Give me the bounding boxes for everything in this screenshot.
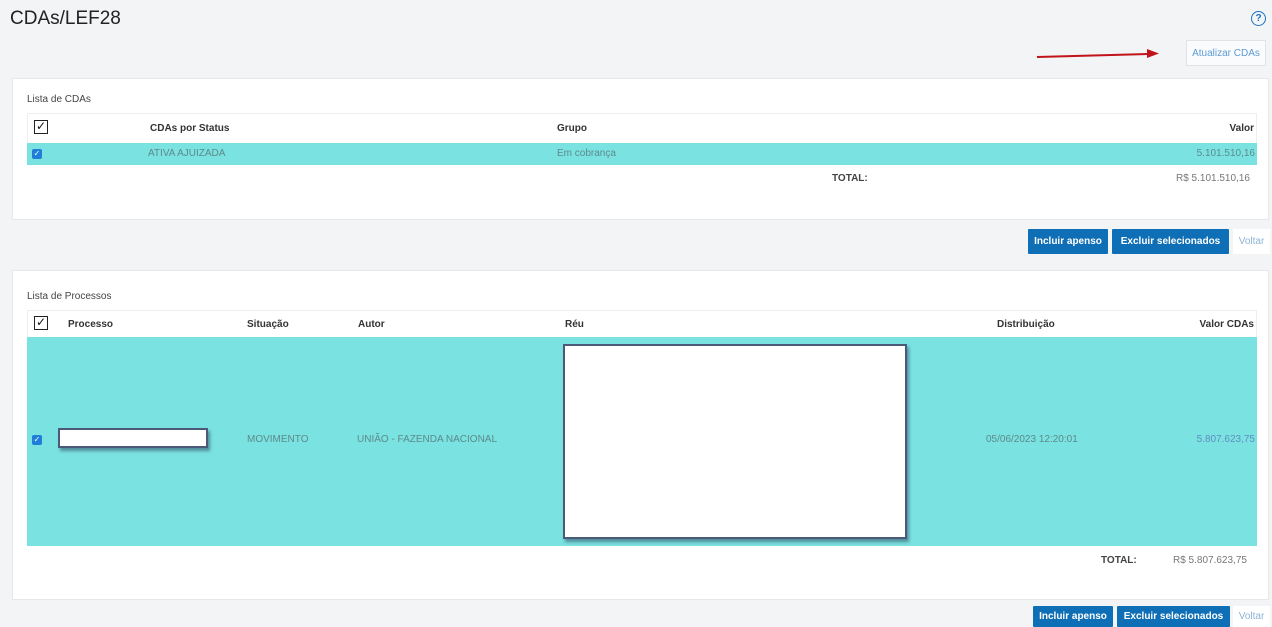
redacted-processo-box (58, 428, 208, 448)
delete-selected-button[interactable]: Excluir selecionados (1117, 606, 1230, 627)
table-row[interactable]: ✓ ATIVA AJUIZADA Em cobrança 5.101.510,1… (27, 143, 1257, 165)
column-header-valor[interactable]: Valor (1230, 123, 1254, 134)
column-header-grupo[interactable]: Grupo (557, 123, 587, 134)
cdas-panel-label: Lista de CDAs (27, 94, 91, 105)
cdas-table-header: ✓ CDAs por Status Grupo Valor (27, 113, 1257, 143)
cell-valor: 5.101.510,16 (1196, 148, 1255, 159)
redacted-reu-box (563, 344, 907, 539)
processos-total-label: TOTAL: (1101, 555, 1137, 566)
column-header-reu[interactable]: Réu (565, 319, 584, 330)
annotation-arrow-icon (1036, 49, 1159, 58)
processos-panel-label: Lista de Processos (27, 291, 112, 302)
column-header-situacao[interactable]: Situação (247, 319, 289, 330)
column-header-processo[interactable]: Processo (68, 319, 113, 330)
help-icon[interactable]: ? (1251, 11, 1266, 26)
row-checkbox[interactable]: ✓ (32, 149, 42, 159)
processos-table-header: ✓ Processo Situação Autor Réu Distribuiç… (27, 310, 1257, 337)
cdas-total-label: TOTAL: (832, 173, 868, 184)
select-all-processos-checkbox[interactable]: ✓ (34, 316, 48, 330)
cell-situacao: MOVIMENTO (247, 434, 309, 445)
cell-valor-cdas: 5.807.623,75 (1196, 434, 1255, 445)
include-apenso-button[interactable]: Incluir apenso (1033, 606, 1113, 627)
back-button[interactable]: Voltar (1233, 606, 1270, 627)
cell-status: ATIVA AJUIZADA (148, 148, 226, 159)
cell-autor: UNIÃO - FAZENDA NACIONAL (357, 434, 498, 445)
processos-total-value: R$ 5.807.623,75 (1173, 555, 1247, 566)
refresh-cdas-button[interactable]: Atualizar CDAs (1186, 40, 1266, 66)
cdas-total-value: R$ 5.101.510,16 (1176, 173, 1250, 184)
column-header-autor[interactable]: Autor (358, 319, 385, 330)
column-header-distribuicao[interactable]: Distribuição (997, 319, 1055, 330)
row-checkbox[interactable]: ✓ (32, 435, 42, 445)
include-apenso-button[interactable]: Incluir apenso (1028, 229, 1108, 254)
cell-grupo: Em cobrança (557, 148, 616, 159)
column-header-valor-cdas[interactable]: Valor CDAs (1200, 319, 1254, 330)
cell-distribuicao: 05/06/2023 12:20:01 (986, 434, 1078, 445)
back-button[interactable]: Voltar (1233, 229, 1270, 254)
select-all-cdas-checkbox[interactable]: ✓ (34, 120, 48, 134)
column-header-status[interactable]: CDAs por Status (150, 123, 229, 134)
page-title: CDAs/LEF28 (10, 8, 121, 29)
delete-selected-button[interactable]: Excluir selecionados (1112, 229, 1229, 254)
